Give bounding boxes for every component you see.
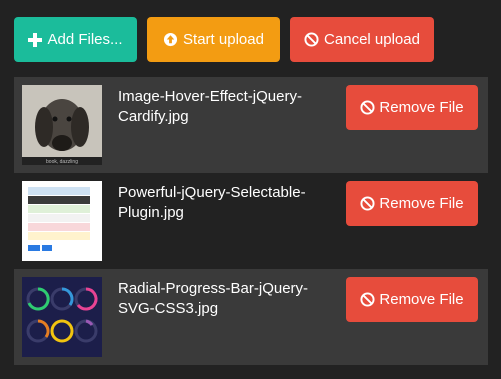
remove-file-button[interactable]: Remove File bbox=[346, 277, 478, 322]
file-list: book, dazzling Image-Hover-Effect-jQuery… bbox=[14, 77, 488, 365]
cancel-upload-label: Cancel upload bbox=[324, 31, 420, 48]
file-thumbnail bbox=[22, 181, 102, 261]
ban-icon bbox=[360, 292, 375, 307]
ban-icon bbox=[304, 32, 319, 47]
cancel-upload-button[interactable]: Cancel upload bbox=[290, 17, 434, 62]
upload-toolbar: Add Files... Start upload Cancel upload bbox=[14, 17, 434, 62]
start-upload-label: Start upload bbox=[183, 31, 264, 48]
file-row: Radial-Progress-Bar-jQuery-SVG-CSS3.jpg … bbox=[14, 269, 488, 365]
file-thumbnail bbox=[22, 277, 102, 357]
radial-progress-screenshot-icon bbox=[22, 277, 102, 357]
remove-file-label: Remove File bbox=[379, 291, 464, 308]
ban-icon bbox=[360, 196, 375, 211]
remove-file-label: Remove File bbox=[379, 99, 464, 116]
remove-file-button[interactable]: Remove File bbox=[346, 181, 478, 226]
add-files-label: Add Files... bbox=[47, 31, 123, 48]
start-upload-button[interactable]: Start upload bbox=[147, 17, 280, 62]
file-row: book, dazzling Image-Hover-Effect-jQuery… bbox=[14, 77, 488, 173]
file-name: Image-Hover-Effect-jQuery-Cardify.jpg bbox=[118, 88, 302, 125]
remove-file-label: Remove File bbox=[379, 195, 464, 212]
dog-photo-icon: book, dazzling bbox=[22, 85, 102, 165]
list-group-screenshot-icon bbox=[22, 181, 102, 261]
plus-icon bbox=[28, 32, 43, 47]
file-name: Radial-Progress-Bar-jQuery-SVG-CSS3.jpg bbox=[118, 280, 309, 317]
ban-icon bbox=[360, 100, 375, 115]
file-row: Powerful-jQuery-Selectable-Plugin.jpg Re… bbox=[14, 173, 488, 269]
upload-circle-icon bbox=[163, 32, 178, 47]
remove-file-button[interactable]: Remove File bbox=[346, 85, 478, 130]
file-name: Powerful-jQuery-Selectable-Plugin.jpg bbox=[118, 184, 306, 221]
svg-text:book, dazzling: book, dazzling bbox=[46, 159, 78, 165]
add-files-button[interactable]: Add Files... bbox=[14, 17, 137, 62]
file-thumbnail: book, dazzling bbox=[22, 85, 102, 165]
